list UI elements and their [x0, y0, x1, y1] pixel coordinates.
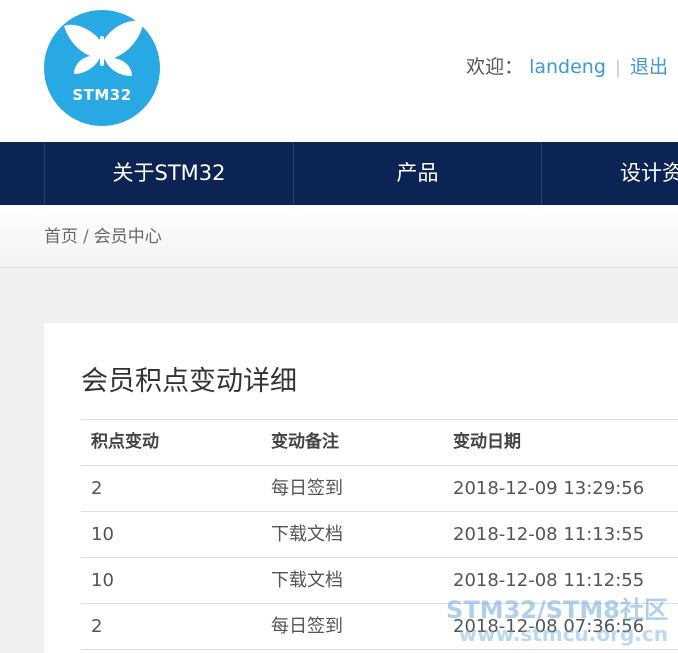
- nav-item-about-stm32[interactable]: 关于STM32: [45, 142, 293, 205]
- table-row: 10 下载文档 2018-12-08 11:13:55: [81, 512, 678, 558]
- logout-link[interactable]: 退出: [630, 56, 668, 78]
- cell-date: 2018-12-08 07:36:56: [453, 616, 645, 637]
- cell-date: 2018-12-08 11:12:55: [453, 570, 645, 591]
- points-panel: 会员积点变动详细 积点变动 变动备注 变动日期 2 每日签到 2018-12-0…: [44, 323, 678, 653]
- cell-remark: 下载文档: [271, 570, 343, 591]
- breadcrumb: 首页 / 会员中心: [44, 205, 162, 269]
- nav-divider: [541, 142, 542, 205]
- cell-date: 2018-12-09 13:29:56: [453, 478, 645, 499]
- nav-item-design-resources[interactable]: 设计资: [620, 142, 678, 205]
- breadcrumb-home[interactable]: 首页: [44, 227, 78, 247]
- points-table: 积点变动 变动备注 变动日期 2 每日签到 2018-12-09 13:29:5…: [81, 419, 678, 650]
- cell-points: 10: [91, 524, 114, 545]
- user-separator: |: [614, 57, 621, 78]
- table-row: 2 每日签到 2018-12-09 13:29:56: [81, 466, 678, 512]
- table-header-row: 积点变动 变动备注 变动日期: [81, 420, 678, 466]
- username-link[interactable]: landeng: [529, 56, 606, 78]
- column-header-remark: 变动备注: [271, 432, 339, 452]
- site-header: STM32 欢迎： landeng | 退出: [0, 0, 678, 142]
- cell-points: 10: [91, 570, 114, 591]
- cell-date: 2018-12-08 11:13:55: [453, 524, 645, 545]
- cell-points: 2: [91, 478, 103, 499]
- cell-remark: 每日签到: [271, 616, 343, 637]
- table-row: 2 每日签到 2018-12-08 07:36:56: [81, 604, 678, 650]
- page-title: 会员积点变动详细: [81, 366, 297, 397]
- butterfly-icon: [64, 20, 144, 76]
- breadcrumb-separator: /: [83, 227, 89, 247]
- logo-text: STM32: [72, 86, 132, 104]
- user-area: 欢迎： landeng | 退出: [466, 52, 668, 79]
- cell-remark: 下载文档: [271, 524, 343, 545]
- table-row: 10 下载文档 2018-12-08 11:12:55: [81, 558, 678, 604]
- cell-remark: 每日签到: [271, 478, 343, 499]
- column-header-date: 变动日期: [453, 432, 521, 452]
- breadcrumb-current: 会员中心: [93, 227, 162, 247]
- stm32-logo[interactable]: STM32: [44, 10, 160, 126]
- breadcrumb-bar: 首页 / 会员中心: [0, 205, 678, 268]
- column-header-points-change: 积点变动: [91, 432, 159, 452]
- nav-item-products[interactable]: 产品: [294, 142, 541, 205]
- welcome-label: 欢迎：: [466, 56, 524, 78]
- main-nav: 关于STM32 产品 设计资: [0, 142, 678, 205]
- cell-points: 2: [91, 616, 103, 637]
